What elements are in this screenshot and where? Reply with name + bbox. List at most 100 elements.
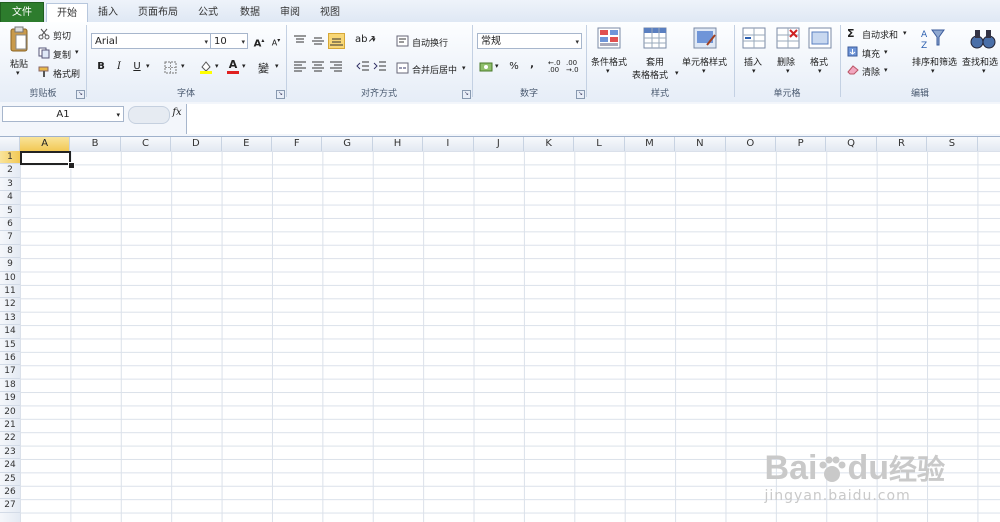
tab-insert[interactable]: 插入: [90, 3, 126, 22]
clear-button[interactable]: 清除: [862, 65, 880, 78]
copy-button[interactable]: 复制: [53, 48, 71, 61]
sort-filter-icon[interactable]: AZ: [920, 27, 946, 54]
format-painter-button[interactable]: 格式刷: [53, 67, 80, 80]
align-left-icon[interactable]: [293, 61, 307, 76]
row-header-20[interactable]: 20: [0, 406, 20, 419]
column-header-e[interactable]: E: [222, 137, 272, 151]
row-header-24[interactable]: 24: [0, 459, 20, 473]
row-header-16[interactable]: 16: [0, 352, 20, 366]
column-header-k[interactable]: K: [524, 137, 575, 151]
row-header-6[interactable]: 6: [0, 218, 20, 232]
currency-dropdown-icon[interactable]: ▾: [495, 62, 499, 70]
percent-button[interactable]: %: [506, 59, 522, 75]
alignment-launcher-icon[interactable]: ↘: [462, 90, 471, 99]
grow-font-button[interactable]: A▴: [251, 33, 267, 49]
fill-button[interactable]: 填充: [862, 47, 880, 60]
format-table-dropdown-icon[interactable]: ▾: [675, 69, 679, 77]
borders-dropdown-icon[interactable]: ▾: [181, 62, 185, 70]
increase-decimal-icon[interactable]: ←.0.00: [548, 60, 561, 74]
format-table-line2[interactable]: 表格格式: [632, 68, 668, 81]
column-header-a[interactable]: A: [20, 137, 71, 151]
column-header-q[interactable]: Q: [826, 137, 877, 151]
column-header-d[interactable]: D: [171, 137, 222, 151]
column-header-n[interactable]: N: [675, 137, 726, 151]
font-name-select[interactable]: Arial ▾: [91, 33, 211, 49]
active-cell-a1[interactable]: [20, 151, 71, 165]
cell-styles-dropdown-icon[interactable]: ▾: [702, 67, 706, 75]
column-header-b[interactable]: B: [70, 137, 121, 151]
fill-color-dropdown-icon[interactable]: ▾: [215, 62, 219, 70]
wrap-text-icon[interactable]: [396, 35, 409, 50]
clipboard-launcher-icon[interactable]: ↘: [76, 90, 85, 99]
merge-dropdown-icon[interactable]: ▾: [462, 64, 466, 72]
find-dropdown-icon[interactable]: ▾: [982, 67, 986, 75]
tab-page-layout[interactable]: 页面布局: [132, 3, 184, 22]
row-header-9[interactable]: 9: [0, 258, 20, 272]
row-header-1[interactable]: 1: [0, 151, 20, 165]
format-dropdown-icon[interactable]: ▾: [818, 67, 822, 75]
copy-dropdown-icon[interactable]: ▾: [75, 48, 79, 56]
format-cells-icon[interactable]: [808, 27, 832, 52]
column-header-f[interactable]: F: [272, 137, 323, 151]
row-header-5[interactable]: 5: [0, 205, 20, 218]
row-header-17[interactable]: 17: [0, 365, 20, 379]
fill-color-icon[interactable]: [199, 60, 213, 77]
autosum-button[interactable]: 自动求和: [862, 28, 898, 41]
row-header-14[interactable]: 14: [0, 325, 20, 339]
fill-dropdown-icon[interactable]: ▾: [884, 48, 888, 56]
clear-dropdown-icon[interactable]: ▾: [884, 66, 888, 74]
format-as-table-icon[interactable]: [643, 27, 667, 52]
row-header-18[interactable]: 18: [0, 379, 20, 393]
phonetic-dropdown-icon[interactable]: ▾: [275, 62, 279, 70]
column-header-r[interactable]: R: [877, 137, 928, 151]
font-color-dropdown-icon[interactable]: ▾: [242, 62, 246, 70]
row-header-15[interactable]: 15: [0, 339, 20, 352]
shrink-font-button[interactable]: A▾: [268, 33, 284, 49]
row-header-10[interactable]: 10: [0, 272, 20, 285]
merge-center-button[interactable]: 合并后居中: [412, 63, 457, 76]
column-header-o[interactable]: O: [726, 137, 776, 151]
row-header-13[interactable]: 13: [0, 312, 20, 326]
underline-dropdown-icon[interactable]: ▾: [146, 62, 150, 70]
tab-file[interactable]: 文件: [0, 2, 44, 24]
align-top-icon[interactable]: [293, 35, 307, 50]
insert-function-icon[interactable]: fx: [168, 104, 186, 122]
number-format-select[interactable]: 常规 ▾: [477, 33, 582, 49]
column-header-s[interactable]: S: [927, 137, 978, 151]
name-box[interactable]: A1 ▾: [2, 106, 124, 122]
tab-data[interactable]: 数据: [234, 3, 266, 22]
borders-icon[interactable]: [164, 61, 177, 77]
increase-indent-icon[interactable]: [373, 61, 387, 76]
decrease-decimal-icon[interactable]: .00 →.0: [566, 60, 579, 74]
column-header-i[interactable]: I: [423, 137, 474, 151]
row-header-19[interactable]: 19: [0, 392, 20, 406]
align-center-icon[interactable]: [311, 61, 325, 76]
find-select-button[interactable]: 查找和选: [962, 55, 998, 68]
column-header-g[interactable]: G: [322, 137, 373, 151]
insert-cells-icon[interactable]: [742, 27, 766, 52]
delete-cells-icon[interactable]: [776, 27, 800, 52]
align-middle-icon[interactable]: [311, 35, 325, 50]
column-header-j[interactable]: J: [474, 137, 524, 151]
row-header-8[interactable]: 8: [0, 245, 20, 259]
number-launcher-icon[interactable]: ↘: [576, 90, 585, 99]
tab-review[interactable]: 审阅: [274, 3, 306, 22]
row-header-3[interactable]: 3: [0, 178, 20, 192]
tab-formulas[interactable]: 公式: [192, 3, 224, 22]
tab-home[interactable]: 开始: [46, 3, 88, 24]
formula-input[interactable]: [186, 104, 1000, 134]
column-header-m[interactable]: M: [625, 137, 676, 151]
row-header-21[interactable]: 21: [0, 419, 20, 433]
font-size-select[interactable]: 10 ▾: [210, 33, 248, 49]
fill-handle[interactable]: [68, 162, 75, 169]
row-header-7[interactable]: 7: [0, 231, 20, 245]
row-header-12[interactable]: 12: [0, 298, 20, 312]
format-table-line1[interactable]: 套用: [646, 55, 664, 68]
delete-dropdown-icon[interactable]: ▾: [786, 67, 790, 75]
tab-view[interactable]: 视图: [314, 3, 346, 22]
cut-button[interactable]: 剪切: [53, 29, 71, 42]
comma-button[interactable]: ,: [524, 57, 540, 73]
underline-button[interactable]: U: [129, 59, 145, 75]
wrap-text-button[interactable]: 自动换行: [412, 36, 448, 49]
paste-dropdown-icon[interactable]: ▾: [16, 69, 20, 77]
